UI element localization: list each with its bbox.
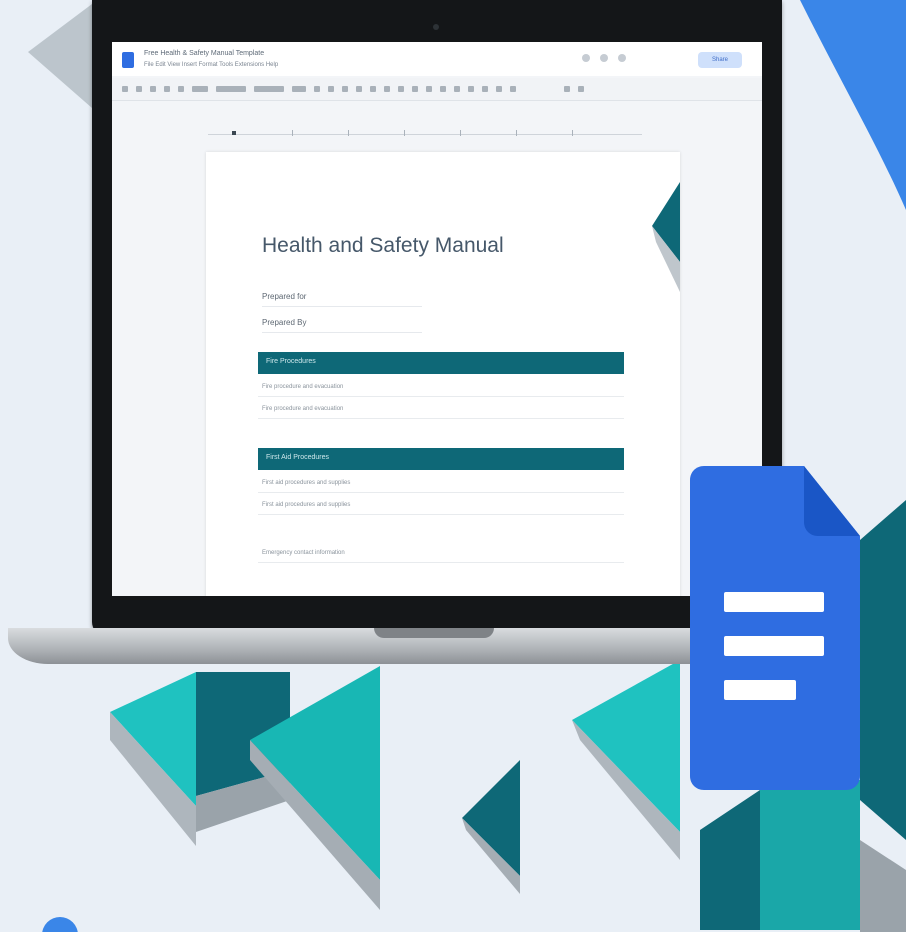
line-spacing-icon[interactable] — [440, 86, 446, 92]
present-icon[interactable] — [618, 54, 626, 62]
text-color-icon[interactable] — [356, 86, 362, 92]
align-icon[interactable] — [426, 86, 432, 92]
document-page[interactable]: Health and Safety Manual Prepared for Pr… — [206, 152, 680, 596]
row-divider — [258, 418, 624, 419]
table-row[interactable]: Fire procedure and evacuation — [262, 406, 343, 412]
history-icon[interactable] — [582, 54, 590, 62]
link-icon[interactable] — [384, 86, 390, 92]
google-docs-icon — [690, 466, 860, 790]
table-row[interactable]: First aid procedures and supplies — [262, 480, 350, 486]
section-header[interactable]: Fire Procedures — [258, 352, 624, 374]
laptop-notch — [374, 628, 494, 638]
field-underline — [262, 306, 422, 307]
ruler[interactable] — [112, 126, 762, 138]
undo-icon[interactable] — [122, 86, 128, 92]
field-underline — [262, 332, 422, 333]
table-row[interactable]: Fire procedure and evacuation — [262, 384, 343, 390]
section-title: Fire Procedures — [266, 358, 316, 365]
print-icon[interactable] — [150, 86, 156, 92]
highlight-icon[interactable] — [370, 86, 376, 92]
doc-icon[interactable] — [122, 52, 134, 68]
menu-bar[interactable]: File Edit View Insert Format Tools Exten… — [144, 62, 278, 68]
bullet-list-icon[interactable] — [468, 86, 474, 92]
collapse-icon[interactable] — [578, 86, 584, 92]
image-icon[interactable] — [412, 86, 418, 92]
prepared-by-label[interactable]: Prepared By — [262, 318, 306, 327]
docs-titlebar: Free Health & Safety Manual Template Fil… — [112, 42, 762, 76]
row-divider — [258, 492, 624, 493]
redo-icon[interactable] — [136, 86, 142, 92]
zoom-select[interactable] — [192, 86, 208, 92]
header-icons — [582, 54, 626, 62]
document-title[interactable]: Free Health & Safety Manual Template — [144, 50, 264, 57]
italic-icon[interactable] — [328, 86, 334, 92]
document-heading[interactable]: Health and Safety Manual — [262, 234, 504, 258]
camera-icon — [433, 24, 439, 30]
share-button[interactable]: Share — [698, 52, 742, 68]
font-select[interactable] — [254, 86, 284, 92]
underline-icon[interactable] — [342, 86, 348, 92]
formatting-toolbar — [112, 78, 762, 101]
font-size-select[interactable] — [292, 86, 306, 92]
spellcheck-icon[interactable] — [164, 86, 170, 92]
row-divider — [258, 396, 624, 397]
table-row[interactable]: First aid procedures and supplies — [262, 502, 350, 508]
footer-row[interactable]: Emergency contact information — [262, 550, 345, 556]
prepared-for-label[interactable]: Prepared for — [262, 292, 306, 301]
bold-icon[interactable] — [314, 86, 320, 92]
editing-mode-icon[interactable] — [564, 86, 570, 92]
checklist-icon[interactable] — [454, 86, 460, 92]
clear-format-icon[interactable] — [510, 86, 516, 92]
section-header[interactable]: First Aid Procedures — [258, 448, 624, 470]
docs-window: Free Health & Safety Manual Template Fil… — [112, 42, 762, 596]
row-divider — [258, 514, 624, 515]
numbered-list-icon[interactable] — [482, 86, 488, 92]
style-select[interactable] — [216, 86, 246, 92]
page-accent-triangle — [652, 182, 680, 292]
laptop-screen-bezel: Free Health & Safety Manual Template Fil… — [92, 0, 782, 636]
indent-icon[interactable] — [496, 86, 502, 92]
paint-format-icon[interactable] — [178, 86, 184, 92]
section-title: First Aid Procedures — [266, 454, 330, 461]
insert-comment-icon[interactable] — [398, 86, 404, 92]
row-divider — [258, 562, 624, 563]
comment-icon[interactable] — [600, 54, 608, 62]
